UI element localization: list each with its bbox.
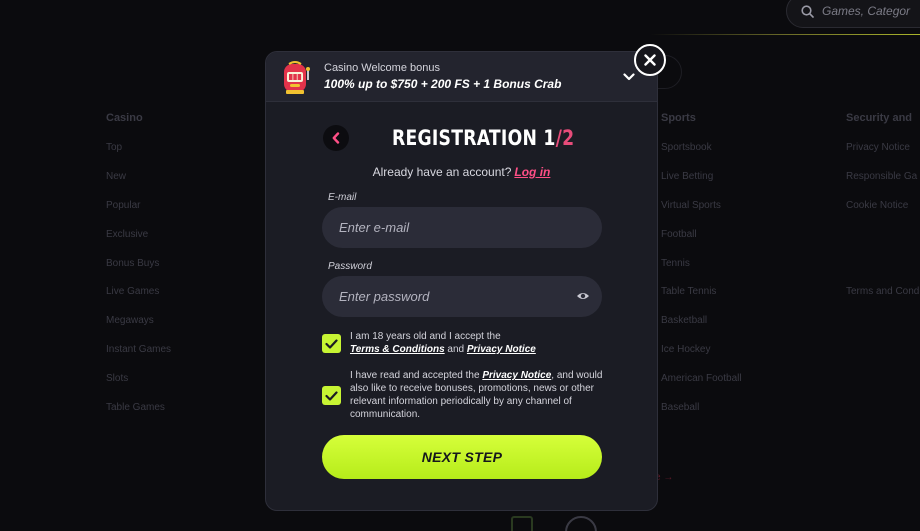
license-badge	[511, 516, 533, 531]
footer-heading-sports: Sports	[661, 112, 696, 124]
footer-link[interactable]: Ice Hockey	[661, 344, 742, 373]
checkmark-icon	[325, 390, 338, 401]
back-arrow-icon	[332, 132, 340, 144]
footer-link[interactable]: Megaways	[106, 315, 171, 344]
footer-link[interactable]: Privacy Notice	[846, 142, 919, 171]
footer-link[interactable]: Table Games	[106, 402, 171, 431]
footer-link[interactable]: Live Games	[106, 286, 171, 315]
footer-link[interactable]: Baseball	[661, 402, 742, 431]
footer-link[interactable]: Live Betting	[661, 171, 742, 200]
email-label: E-mail	[328, 192, 357, 203]
marketing-consent-checkbox[interactable]	[322, 386, 341, 405]
privacy-notice-link-2[interactable]: Privacy Notice	[482, 370, 551, 381]
footer-column-security: Security and Privacy Notice Responsible …	[846, 112, 919, 315]
chevron-down-icon[interactable]	[621, 69, 637, 85]
registration-modal: Casino Welcome bonus 100% up to $750 + 2…	[265, 51, 658, 511]
bonus-offer: 100% up to $750 + 200 FS + 1 Bonus Crab	[324, 77, 562, 91]
footer-link[interactable]: Responsible Ga	[846, 171, 919, 200]
footer-spacer	[846, 229, 919, 287]
terms-link[interactable]: Terms & Conditions	[350, 344, 445, 355]
next-step-button[interactable]: NEXT STEP	[322, 435, 602, 479]
footer-link[interactable]: Tennis	[661, 258, 742, 287]
footer-link[interactable]: Virtual Sports	[661, 200, 742, 229]
consent1-and: and	[447, 344, 465, 355]
footer-heading-security: Security and	[846, 112, 913, 124]
consent1-text: I am 18 years old and I accept the	[350, 331, 501, 342]
marketing-consent-text: I have read and accepted the Privacy Not…	[350, 369, 610, 421]
footer-link[interactable]: Popular	[106, 200, 171, 229]
footer-column-casino: Casino Top New Popular Exclusive Bonus B…	[106, 112, 171, 431]
login-prompt: Already have an account? Log in	[266, 165, 657, 179]
bonus-title: Casino Welcome bonus	[324, 62, 440, 74]
back-button[interactable]	[323, 125, 349, 151]
login-link[interactable]: Log in	[514, 165, 550, 179]
login-prompt-text: Already have an account?	[372, 165, 512, 179]
age-terms-checkbox[interactable]	[322, 334, 341, 353]
registration-title-text: REGISTRATION	[392, 126, 544, 150]
checkmark-icon	[325, 338, 338, 349]
age-terms-text: I am 18 years old and I accept the Terms…	[350, 330, 610, 356]
search-placeholder: Games, Categor	[822, 4, 911, 18]
age-badge	[565, 516, 597, 531]
footer-heading-casino: Casino	[106, 112, 143, 124]
search-bar[interactable]: Games, Categor	[786, 0, 920, 28]
slot-machine-icon	[282, 60, 310, 94]
close-icon	[644, 54, 656, 66]
footer-link[interactable]: Terms and Cond	[846, 286, 919, 315]
footer-link[interactable]: Exclusive	[106, 229, 171, 258]
footer-link[interactable]: Instant Games	[106, 344, 171, 373]
header-divider	[650, 34, 920, 35]
footer-link[interactable]: Football	[661, 229, 742, 258]
email-field[interactable]	[322, 207, 602, 248]
footer-link[interactable]: Top	[106, 142, 171, 171]
footer-link[interactable]: New	[106, 171, 171, 200]
password-field[interactable]	[322, 276, 602, 317]
close-button[interactable]	[634, 44, 666, 76]
eye-icon[interactable]	[576, 291, 590, 301]
footer-link[interactable]: Basketball	[661, 315, 742, 344]
consent2-pre: I have read and accepted the	[350, 370, 480, 381]
registration-step-total: /2	[555, 126, 575, 150]
footer-link[interactable]: Cookie Notice	[846, 200, 919, 229]
footer-link[interactable]: American Football	[661, 373, 742, 402]
search-icon	[801, 4, 814, 18]
footer-column-sports: Sports Sportsbook Live Betting Virtual S…	[661, 112, 742, 431]
registration-step-current: 1	[543, 126, 556, 150]
footer-link[interactable]: Slots	[106, 373, 171, 402]
footer-link[interactable]: Bonus Buys	[106, 258, 171, 287]
footer-link[interactable]: Sportsbook	[661, 142, 742, 171]
welcome-bonus-bar[interactable]: Casino Welcome bonus 100% up to $750 + 2…	[266, 52, 657, 102]
footer-link[interactable]: Table Tennis	[661, 286, 742, 315]
password-label: Password	[328, 261, 372, 272]
bonus-texts: Casino Welcome bonus 100% up to $750 + 2…	[324, 62, 561, 91]
registration-title: REGISTRATION 1/2	[392, 126, 574, 150]
privacy-notice-link[interactable]: Privacy Notice	[467, 344, 536, 355]
